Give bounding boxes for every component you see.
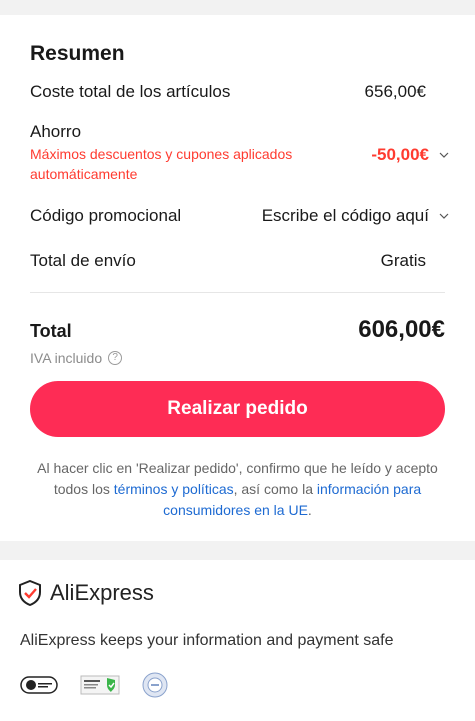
- security-footer: AliExpress AliExpress keeps your informa…: [0, 560, 475, 721]
- total-label: Total: [30, 321, 72, 341]
- visa-secure-badge-icon: [20, 676, 58, 694]
- vat-note-text: IVA incluido: [30, 350, 103, 366]
- total-value: 606,00€: [358, 316, 445, 343]
- chevron-down-icon: [439, 213, 449, 219]
- brand-row: AliExpress: [18, 580, 154, 606]
- place-order-button[interactable]: Realizar pedido: [30, 381, 445, 437]
- legal-text-3: .: [307, 502, 312, 518]
- help-icon[interactable]: ?: [108, 351, 123, 365]
- shipping-label: Total de envío: [30, 251, 136, 270]
- brand-name: AliExpress: [50, 580, 154, 605]
- savings-value: -50,00€: [371, 145, 429, 164]
- iso-certification-badge-icon: [142, 672, 168, 698]
- chevron-down-icon: [439, 152, 449, 158]
- savings-toggle[interactable]: -50,00€: [371, 145, 449, 165]
- shield-check-icon: [19, 580, 41, 606]
- items-total-value: 656,00€: [364, 82, 426, 101]
- promo-code-placeholder: Escribe el código aquí: [261, 206, 429, 225]
- promo-code-input[interactable]: Escribe el código aquí: [262, 206, 449, 226]
- promo-code-label: Código promocional: [30, 206, 182, 225]
- shipping-value: Gratis: [380, 251, 426, 270]
- terms-link[interactable]: términos y políticas: [114, 481, 234, 497]
- legal-text-2: , así como la: [233, 481, 317, 497]
- items-total-label: Coste total de los artículos: [30, 82, 231, 101]
- savings-detail: Máximos descuentos y cupones aplicados a…: [30, 146, 293, 182]
- safety-text: AliExpress keeps your information and pa…: [20, 632, 394, 649]
- ssl-secure-connection-badge-icon: [80, 675, 120, 695]
- savings-label: Ahorro: [30, 122, 82, 141]
- divider: [30, 292, 445, 293]
- security-badges: [20, 672, 168, 698]
- legal-notice: Al hacer clic en 'Realizar pedido', conf…: [30, 458, 445, 521]
- order-summary-card: Resumen Coste total de los artículos 656…: [0, 15, 475, 541]
- summary-title: Resumen: [30, 42, 125, 65]
- vat-note: IVA incluido ?: [30, 350, 123, 366]
